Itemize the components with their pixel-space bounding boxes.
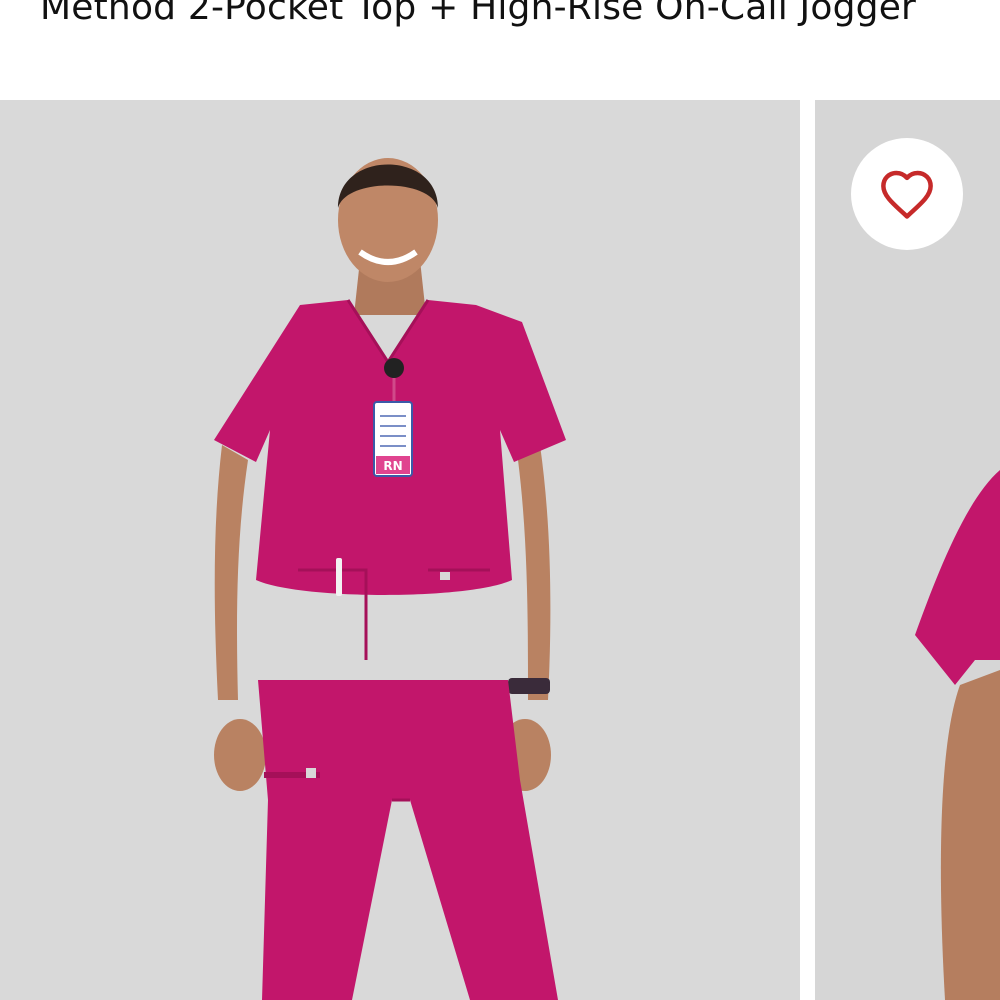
wishlist-button[interactable] [851, 138, 963, 250]
badge-text: RN [383, 459, 402, 473]
product-image-main[interactable]: RN [0, 100, 800, 1000]
heart-outline-icon [878, 168, 936, 220]
product-photo: RN [0, 100, 800, 1000]
product-title: Method 2-Pocket Top + High-Rise On-Call … [40, 0, 917, 28]
product-page: Method 2-Pocket Top + High-Rise On-Call … [0, 0, 1000, 1000]
product-image-carousel[interactable]: RN [0, 100, 1000, 1000]
